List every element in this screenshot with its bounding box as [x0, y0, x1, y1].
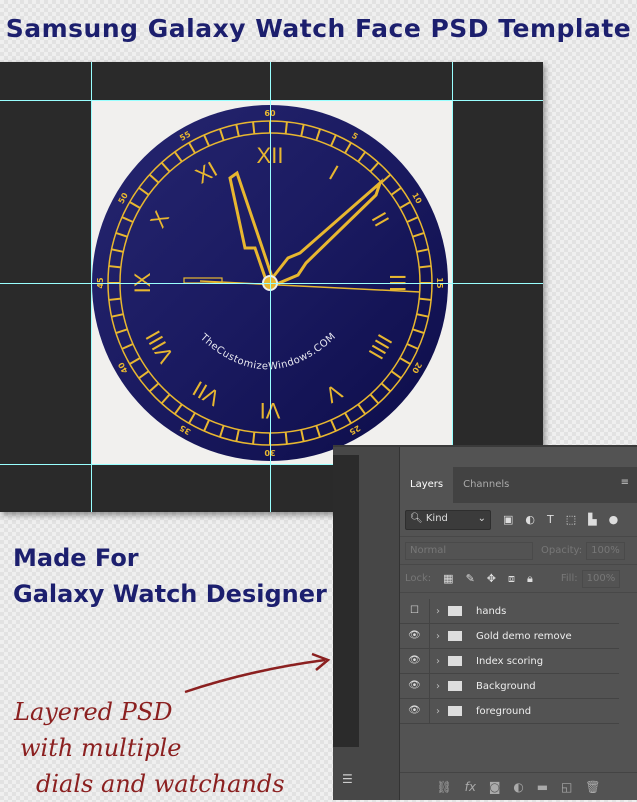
- fill-input[interactable]: 100%: [581, 569, 621, 588]
- tick: [108, 297, 121, 301]
- layer-name: Index scoring: [476, 655, 544, 667]
- layer-name: hands: [476, 605, 507, 617]
- filter-toggle[interactable]: ●: [609, 513, 619, 526]
- layer-list: ☐ › hands 👁︎ › Gold demo remove 👁︎ › Index scori…: [400, 599, 637, 724]
- folder-icon: [448, 631, 462, 641]
- fx-icon[interactable]: fx: [465, 780, 476, 794]
- fill-label: Fill:: [560, 573, 578, 584]
- smart-object-filter-icon[interactable]: ▙: [588, 513, 596, 526]
- tick: [108, 265, 121, 269]
- layer-row[interactable]: ☐ › hands: [400, 599, 619, 624]
- note-line: dials and watchands: [36, 770, 285, 798]
- layer-row[interactable]: 👁︎ › Gold demo remove: [400, 624, 619, 649]
- kind-value: Kind: [425, 512, 448, 524]
- panel-dock: ☰: [333, 447, 400, 800]
- layer-row[interactable]: 👁︎ › Background: [400, 674, 619, 699]
- mask-icon[interactable]: ◙: [489, 780, 501, 794]
- tick: [419, 297, 432, 301]
- lock-all-icon[interactable]: 🔒︎: [527, 572, 533, 586]
- guide[interactable]: [270, 62, 271, 512]
- handwritten-note: Layered PSD with multiple dials and watc…: [14, 694, 285, 802]
- tick: [252, 432, 256, 445]
- panel-menu-icon[interactable]: ≡: [621, 477, 629, 488]
- tick: [252, 121, 256, 134]
- adjustment-filter-icon[interactable]: ◐: [525, 513, 535, 526]
- page-title: Samsung Galaxy Watch Face PSD Template: [5, 14, 632, 43]
- eye-icon[interactable]: 👁︎: [400, 649, 430, 673]
- trash-icon[interactable]: 🗑︎: [585, 780, 600, 794]
- chevron-right-icon[interactable]: ›: [436, 681, 440, 692]
- made-for-line: Galaxy Watch Designer: [13, 580, 327, 608]
- tick: [419, 265, 432, 269]
- lock-artboard-icon[interactable]: ⧈: [508, 572, 515, 586]
- eye-icon[interactable]: 👁︎: [400, 624, 430, 648]
- opacity-label: Opacity:: [541, 545, 583, 556]
- visibility-toggle[interactable]: ☐: [400, 599, 430, 623]
- folder-icon: [448, 706, 462, 716]
- opacity-input[interactable]: 100%: [586, 541, 625, 560]
- folder-icon: [448, 656, 462, 666]
- layer-row[interactable]: 👁︎ › foreground: [400, 699, 619, 724]
- tick: [284, 121, 288, 134]
- lock-move-icon[interactable]: ✥: [487, 572, 496, 585]
- guide[interactable]: [0, 283, 543, 284]
- layer-name: Background: [476, 680, 536, 692]
- lock-label: Lock:: [405, 573, 432, 584]
- lock-transparent-icon[interactable]: ▦: [443, 572, 453, 585]
- guide[interactable]: [91, 62, 92, 512]
- type-filter-icon[interactable]: T: [547, 513, 554, 526]
- adjustment-icon[interactable]: ◐: [513, 780, 523, 794]
- link-icon[interactable]: ⛓: [436, 780, 451, 794]
- menu-icon[interactable]: ☰: [342, 772, 353, 786]
- folder-icon: [448, 681, 462, 691]
- new-layer-icon[interactable]: ◱: [561, 780, 572, 794]
- new-group-icon[interactable]: ▬: [537, 780, 548, 794]
- folder-icon: [448, 606, 462, 616]
- made-for-line: Made For: [13, 544, 139, 572]
- tab-channels[interactable]: Channels: [453, 467, 519, 503]
- blend-mode-select[interactable]: Normal: [405, 541, 533, 560]
- layer-name: Gold demo remove: [476, 630, 572, 642]
- tick: [284, 432, 288, 445]
- eye-icon[interactable]: 👁︎: [400, 674, 430, 698]
- guide[interactable]: [0, 100, 543, 101]
- chevron-right-icon[interactable]: ›: [436, 706, 440, 717]
- kind-filter-select[interactable]: 🔍︎ Kind ⌄: [405, 509, 491, 530]
- chevron-right-icon[interactable]: ›: [436, 631, 440, 642]
- note-line: with multiple: [20, 734, 182, 762]
- made-for-text: Made For Galaxy Watch Designer: [13, 540, 327, 612]
- layer-name: foreground: [476, 705, 532, 717]
- panel-footer: ⛓ fx ◙ ◐ ▬ ◱ 🗑︎: [400, 772, 637, 800]
- tab-layers[interactable]: Layers: [400, 467, 454, 503]
- chevron-right-icon[interactable]: ›: [436, 606, 440, 617]
- arrow-icon: [184, 652, 331, 694]
- chevron-right-icon[interactable]: ›: [436, 656, 440, 667]
- image-filter-icon[interactable]: ▣: [503, 513, 513, 526]
- eye-icon[interactable]: 👁︎: [400, 699, 430, 723]
- layers-panel: ☰ Layers Channels ≡ 🔍︎ Kind ⌄ ▣ ◐ T ⬚ ▙ ●…: [333, 445, 637, 800]
- layer-row[interactable]: 👁︎ › Index scoring: [400, 649, 619, 674]
- shape-filter-icon[interactable]: ⬚: [566, 513, 576, 526]
- lock-paint-icon[interactable]: ✎: [466, 572, 475, 585]
